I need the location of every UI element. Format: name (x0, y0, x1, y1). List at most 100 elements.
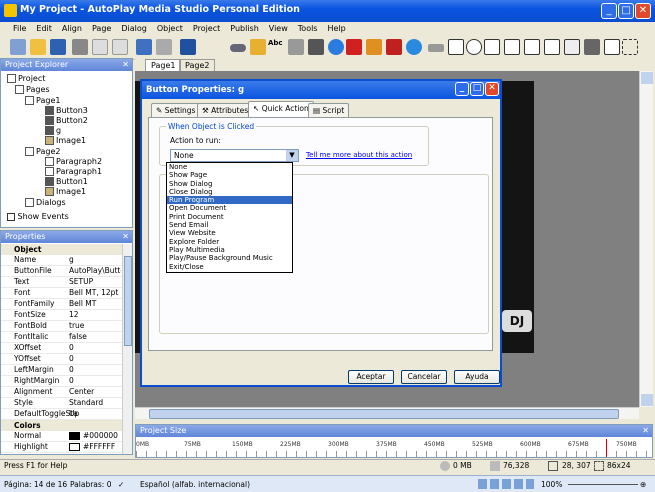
property-value[interactable]: #000000 (69, 431, 121, 441)
property-value[interactable]: AutoPlay\Button (69, 266, 121, 276)
tree-object-icon[interactable] (524, 39, 540, 55)
property-value[interactable]: true (69, 321, 121, 331)
menu-align[interactable]: Align (57, 22, 87, 36)
flash-swf-icon[interactable] (346, 39, 362, 55)
show-events-toggle[interactable]: Show Events (7, 212, 69, 221)
open-folder-icon[interactable] (30, 39, 46, 55)
property-row[interactable]: FontSize 12 (1, 310, 122, 321)
menu-file[interactable]: File (8, 22, 31, 36)
tree-item[interactable]: Page2 (25, 147, 60, 156)
menu-page[interactable]: Page (87, 22, 116, 36)
label-object-icon[interactable] (250, 39, 266, 55)
tab-quick-action[interactable]: ↖ Quick Action (248, 101, 314, 117)
zoom-in-icon[interactable]: ⊕ (640, 479, 646, 491)
dropdown-option[interactable]: Run Program (167, 196, 292, 205)
property-row[interactable]: ButtonFile AutoPlay\Button (1, 266, 122, 277)
image-object-icon[interactable] (288, 39, 304, 55)
dropdown-option[interactable]: Print Document (167, 213, 292, 221)
button-object-icon[interactable] (230, 44, 246, 52)
preview-icon[interactable] (180, 39, 196, 55)
copy-icon[interactable] (92, 39, 108, 55)
video-object-icon[interactable] (328, 39, 344, 55)
dropdown-option[interactable]: Exit/Close (167, 263, 292, 271)
colors-section-header[interactable]: Colors (1, 420, 122, 431)
scrollbar-thumb[interactable] (149, 409, 619, 419)
checkbox-object-icon[interactable] (448, 39, 464, 55)
dropdown-option[interactable]: Play/Pause Background Music (167, 254, 292, 262)
wand-icon[interactable] (10, 39, 26, 55)
flash-object-icon[interactable] (308, 39, 324, 55)
tree-item[interactable]: Dialogs (25, 198, 66, 207)
property-value[interactable]: g (69, 255, 121, 265)
save-icon[interactable] (50, 39, 66, 55)
slider-object-icon[interactable] (584, 39, 600, 55)
tree-item[interactable]: Image1 (45, 187, 86, 196)
property-row[interactable]: FontItalic false (1, 332, 122, 343)
property-value[interactable]: Up (69, 409, 121, 419)
zoom-slider[interactable] (568, 484, 638, 485)
property-row[interactable]: Style Standard (1, 398, 122, 409)
redo-icon[interactable] (156, 39, 172, 55)
tree-item[interactable]: Page1 (25, 96, 60, 105)
color-row[interactable]: Highlight #FFFFFF (1, 442, 122, 453)
tab-settings[interactable]: ✎ Settings (151, 103, 201, 117)
cancel-button[interactable]: Cancelar (401, 370, 447, 384)
menu-help[interactable]: Help (322, 22, 350, 36)
property-row[interactable]: FontBold true (1, 321, 122, 332)
tree-item[interactable]: Pages (15, 85, 50, 94)
property-value[interactable]: #FFFFFF (69, 442, 121, 452)
dropdown-option[interactable]: Show Dialog (167, 180, 292, 188)
dialog-close-button[interactable]: ✕ (485, 82, 499, 96)
help-button[interactable]: Ayuda (454, 370, 500, 384)
dialog-minimize-button[interactable]: _ (455, 82, 469, 96)
tree-item[interactable]: Button3 (45, 106, 88, 115)
listbox-object-icon[interactable] (484, 39, 500, 55)
tree-item[interactable]: g (45, 126, 61, 135)
dropdown-option[interactable]: Close Dialog (167, 188, 292, 196)
scroll-up-button[interactable] (641, 72, 653, 84)
help-link[interactable]: Tell me more about this action (306, 151, 412, 159)
chevron-down-icon[interactable]: ▼ (286, 150, 298, 161)
property-row[interactable]: Name g (1, 255, 122, 266)
property-row[interactable]: YOffset 0 (1, 354, 122, 365)
tree-item[interactable]: Paragraph2 (45, 157, 102, 166)
paste-icon[interactable] (112, 39, 128, 55)
property-value[interactable]: SETUP (69, 277, 121, 287)
dropdown-option[interactable]: Show Page (167, 171, 292, 179)
property-value[interactable]: Bell MT, 12pt (69, 288, 121, 298)
radio-object-icon[interactable] (466, 39, 482, 55)
grid2-object-icon[interactable] (564, 39, 580, 55)
word-count[interactable]: Palabras: 0 (70, 479, 112, 491)
button-g-fragment[interactable]: DJ (502, 310, 532, 332)
grid-object-icon[interactable] (544, 39, 560, 55)
ok-button[interactable]: Aceptar (348, 370, 394, 384)
dropdown-option[interactable]: None (167, 163, 292, 171)
selection-object-icon[interactable] (622, 39, 638, 55)
tree-item[interactable]: Paragraph1 (45, 167, 102, 176)
undo-icon[interactable] (136, 39, 152, 55)
horizontal-scrollbar[interactable] (135, 407, 639, 419)
combobox-object-icon[interactable] (504, 39, 520, 55)
properties-scrollbar[interactable] (122, 244, 132, 454)
action-dropdown[interactable]: None ▼ (170, 149, 299, 162)
dropdown-option[interactable]: Play Multimedia (167, 246, 292, 254)
property-row[interactable]: LeftMargin 0 (1, 365, 122, 376)
paragraph-object-icon[interactable]: Abc (268, 39, 284, 55)
zoom-level[interactable]: 100% (541, 479, 562, 491)
input-object-icon[interactable] (428, 44, 444, 52)
color-row[interactable]: Click #000000 (1, 453, 122, 454)
property-value[interactable]: Center (69, 387, 121, 397)
property-row[interactable]: Text SETUP (1, 277, 122, 288)
tree-item[interactable]: Project (7, 74, 45, 83)
property-row[interactable]: DefaultToggleSta Up (1, 409, 122, 420)
page-count[interactable]: Página: 14 de 16 (4, 479, 67, 491)
tab-script[interactable]: ▤ Script (308, 103, 350, 117)
checkbox-icon[interactable] (7, 212, 15, 221)
dialog-maximize-button[interactable]: □ (470, 82, 484, 96)
menu-project[interactable]: Project (188, 22, 225, 36)
pdf-object-icon[interactable] (386, 39, 402, 55)
cut-icon[interactable] (72, 39, 88, 55)
close-icon[interactable]: ✕ (642, 425, 649, 437)
close-icon[interactable]: ✕ (122, 59, 129, 71)
dropdown-option[interactable]: View Website (167, 229, 292, 237)
